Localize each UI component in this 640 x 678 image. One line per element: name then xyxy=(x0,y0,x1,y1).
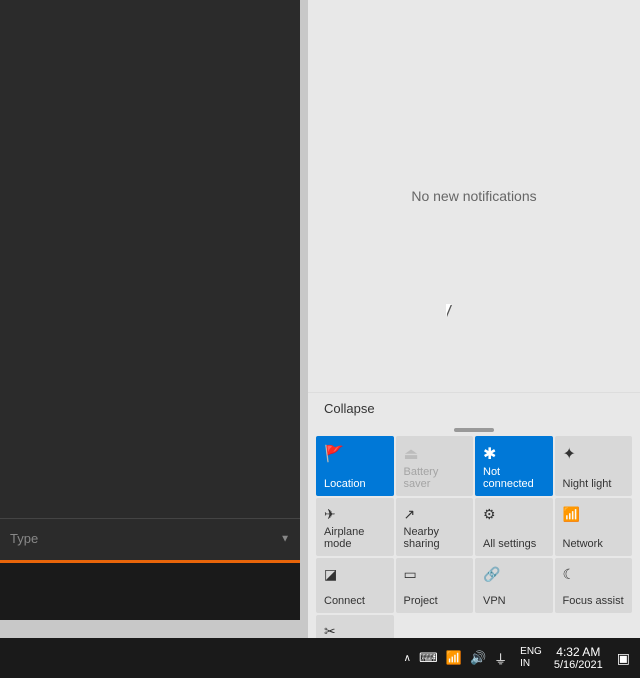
quick-actions-row3: ◪ Connect ▭ Project 🔗 VPN ☾ Focus assist xyxy=(316,558,632,613)
tile-network[interactable]: 📶 Network xyxy=(555,498,633,556)
quick-actions-row2: ✈ Airplane mode ↗ Nearby sharing ⚙ All s… xyxy=(316,498,632,556)
clock-time: 4:32 AM xyxy=(556,645,600,659)
settings-icon: ⚙ xyxy=(483,506,496,523)
tile-all-settings[interactable]: ⚙ All settings xyxy=(475,498,553,556)
tile-project[interactable]: ▭ Project xyxy=(396,558,474,613)
tile-settings-label: All settings xyxy=(483,538,536,550)
tile-airplane-mode[interactable]: ✈ Airplane mode xyxy=(316,498,394,556)
app-window: Type ▼ xyxy=(0,0,300,620)
scroll-indicator xyxy=(308,424,640,436)
tile-battery-saver-label: Battery saver xyxy=(404,466,466,490)
airplane-icon: ✈ xyxy=(324,506,336,523)
focus-assist-icon: ☾ xyxy=(563,566,576,583)
dropdown-arrow-icon[interactable]: ▼ xyxy=(280,533,290,544)
tile-bluetooth-label: Not connected xyxy=(483,466,545,490)
notification-center-button[interactable]: ▣ xyxy=(611,638,636,678)
scroll-bar xyxy=(454,428,494,432)
clock-date: 5/16/2021 xyxy=(554,659,603,671)
taskbar: ∧ ⌨ 📶 🔊 ⏚ ENG IN 4:32 AM 5/16/2021 ▣ xyxy=(0,638,640,678)
tile-airplane-label: Airplane mode xyxy=(324,526,386,550)
tile-focus-assist[interactable]: ☾ Focus assist xyxy=(555,558,633,613)
network-icon: 📶 xyxy=(563,506,580,523)
battery-saver-icon: ⏏ xyxy=(404,444,419,464)
tile-location[interactable]: 🚩 Location xyxy=(316,436,394,496)
tile-vpn-label: VPN xyxy=(483,595,506,607)
type-label: Type xyxy=(10,531,38,546)
connect-icon: ◪ xyxy=(324,566,337,583)
lang-area[interactable]: ENG IN xyxy=(516,638,546,678)
project-icon: ▭ xyxy=(404,566,417,583)
tile-connect[interactable]: ◪ Connect xyxy=(316,558,394,613)
night-light-icon: ✦ xyxy=(563,444,576,464)
tile-night-light[interactable]: ✦ Night light xyxy=(555,436,633,496)
tile-nearby-label: Nearby sharing xyxy=(404,526,466,550)
tile-network-label: Network xyxy=(563,538,603,550)
notification-panel: No new notifications Collapse 🚩 Location… xyxy=(308,0,640,678)
tile-battery-saver[interactable]: ⏏ Battery saver xyxy=(396,436,474,496)
tile-bluetooth[interactable]: ✱ Not connected xyxy=(475,436,553,496)
tile-night-light-label: Night light xyxy=(563,478,612,490)
volume-icon[interactable]: 🔊 xyxy=(467,648,489,668)
network-tray-icon[interactable]: 📶 xyxy=(443,648,465,668)
clock-area[interactable]: 4:32 AM 5/16/2021 xyxy=(546,638,611,678)
battery-tray-icon[interactable]: ⏚ xyxy=(491,647,510,670)
lang-text: ENG xyxy=(520,646,542,658)
tile-project-label: Project xyxy=(404,595,438,607)
no-notifications-text: No new notifications xyxy=(411,188,536,204)
tile-location-label: Location xyxy=(324,478,366,490)
bluetooth-icon: ✱ xyxy=(483,444,496,464)
keyboard-icon[interactable]: ⌨ xyxy=(416,648,441,668)
type-bar: Type ▼ xyxy=(0,518,300,558)
tile-nearby-sharing[interactable]: ↗ Nearby sharing xyxy=(396,498,474,556)
taskbar-right: ∧ ⌨ 📶 🔊 ⏚ ENG IN 4:32 AM 5/16/2021 ▣ xyxy=(395,638,636,678)
app-window-bottom xyxy=(0,560,300,620)
tile-connect-label: Connect xyxy=(324,595,365,607)
collapse-button[interactable]: Collapse xyxy=(308,392,640,424)
vpn-icon: 🔗 xyxy=(483,566,500,583)
quick-actions-row1: 🚩 Location ⏏ Battery saver ✱ Not connect… xyxy=(316,436,632,496)
location-icon: 🚩 xyxy=(324,444,344,464)
lang-sub-text: IN xyxy=(520,658,542,670)
notification-area: No new notifications xyxy=(308,0,640,392)
tile-focus-label: Focus assist xyxy=(563,595,624,607)
lang-label: ENG IN xyxy=(520,646,542,670)
system-tray: ∧ ⌨ 📶 🔊 ⏚ xyxy=(395,638,516,678)
tile-vpn[interactable]: 🔗 VPN xyxy=(475,558,553,613)
nearby-sharing-icon: ↗ xyxy=(404,506,416,523)
tray-chevron-icon[interactable]: ∧ xyxy=(401,651,414,666)
